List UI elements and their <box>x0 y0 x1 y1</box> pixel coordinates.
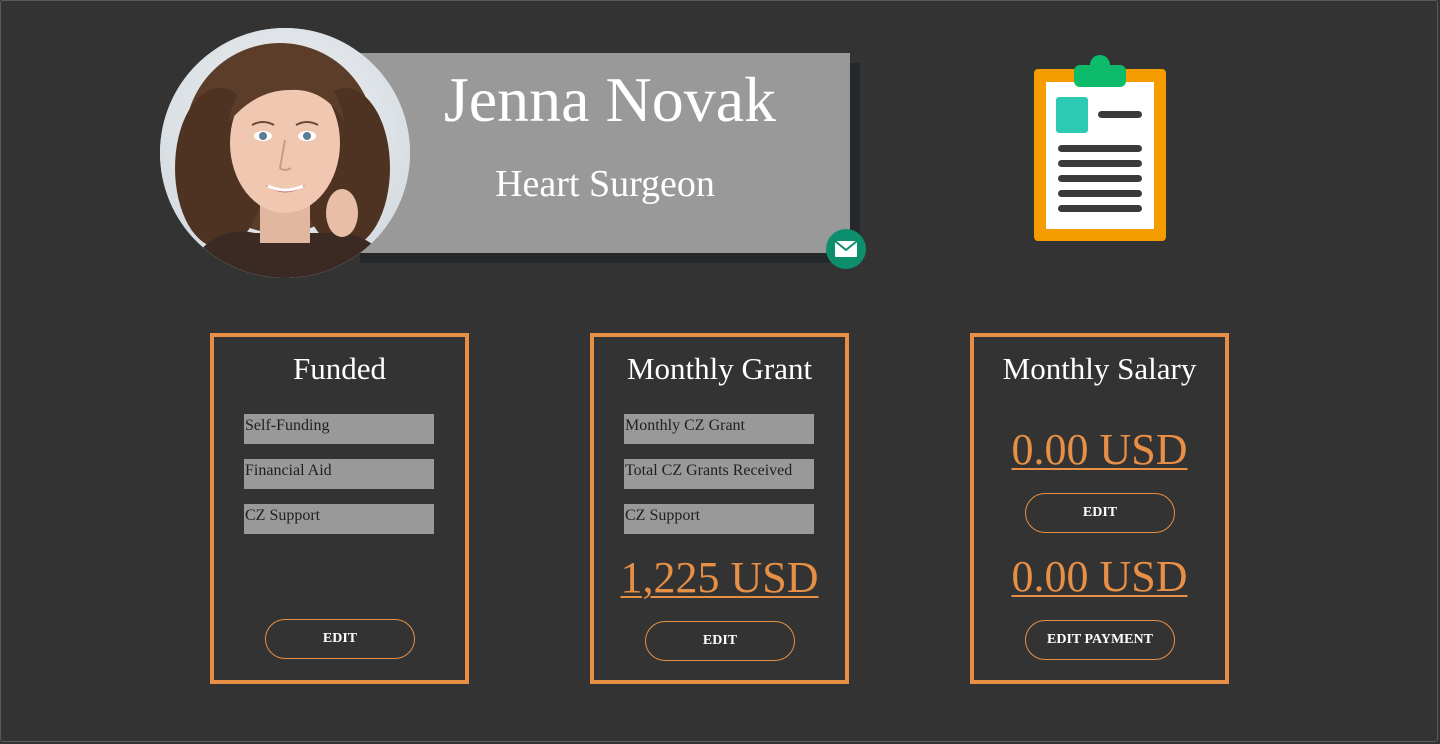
person-portrait-icon <box>160 28 410 278</box>
payment-amount-link[interactable]: 0.00 USD <box>974 551 1225 603</box>
financial-aid-field[interactable]: Financial Aid <box>244 459 434 489</box>
email-button[interactable] <box>826 229 866 269</box>
funded-title: Funded <box>293 351 386 386</box>
funded-edit-button[interactable]: EDIT <box>265 619 415 659</box>
clipboard-icon <box>1030 55 1170 245</box>
monthly-cz-grant-field[interactable]: Monthly CZ Grant <box>624 414 814 444</box>
funded-card: Funded Self-Funding Financial Aid CZ Sup… <box>210 333 469 684</box>
monthly-grant-title: Monthly Grant <box>626 351 813 386</box>
cz-support-field[interactable]: CZ Support <box>244 504 434 534</box>
profile-name: Jenna Novak <box>443 64 777 135</box>
self-funding-field[interactable]: Self-Funding <box>244 414 434 444</box>
grant-amount-link[interactable]: 1,225 USD <box>594 552 845 604</box>
monthly-salary-card: Monthly Salary 0.00 USD EDIT 0.00 USD ED… <box>970 333 1229 684</box>
avatar <box>160 28 410 278</box>
grant-edit-button[interactable]: EDIT <box>645 621 795 661</box>
monthly-salary-title: Monthly Salary <box>1002 351 1197 386</box>
salary-amount-link[interactable]: 0.00 USD <box>974 424 1225 476</box>
envelope-icon <box>834 240 858 257</box>
total-cz-grants-field[interactable]: Total CZ Grants Received <box>624 459 814 489</box>
profile-title: Heart Surgeon <box>495 163 715 205</box>
monthly-grant-card: Monthly Grant Monthly CZ Grant Total CZ … <box>590 333 849 684</box>
grant-cz-support-field[interactable]: CZ Support <box>624 504 814 534</box>
salary-edit-button[interactable]: EDIT <box>1025 493 1175 533</box>
edit-payment-button[interactable]: EDIT PAYMENT <box>1025 620 1175 660</box>
